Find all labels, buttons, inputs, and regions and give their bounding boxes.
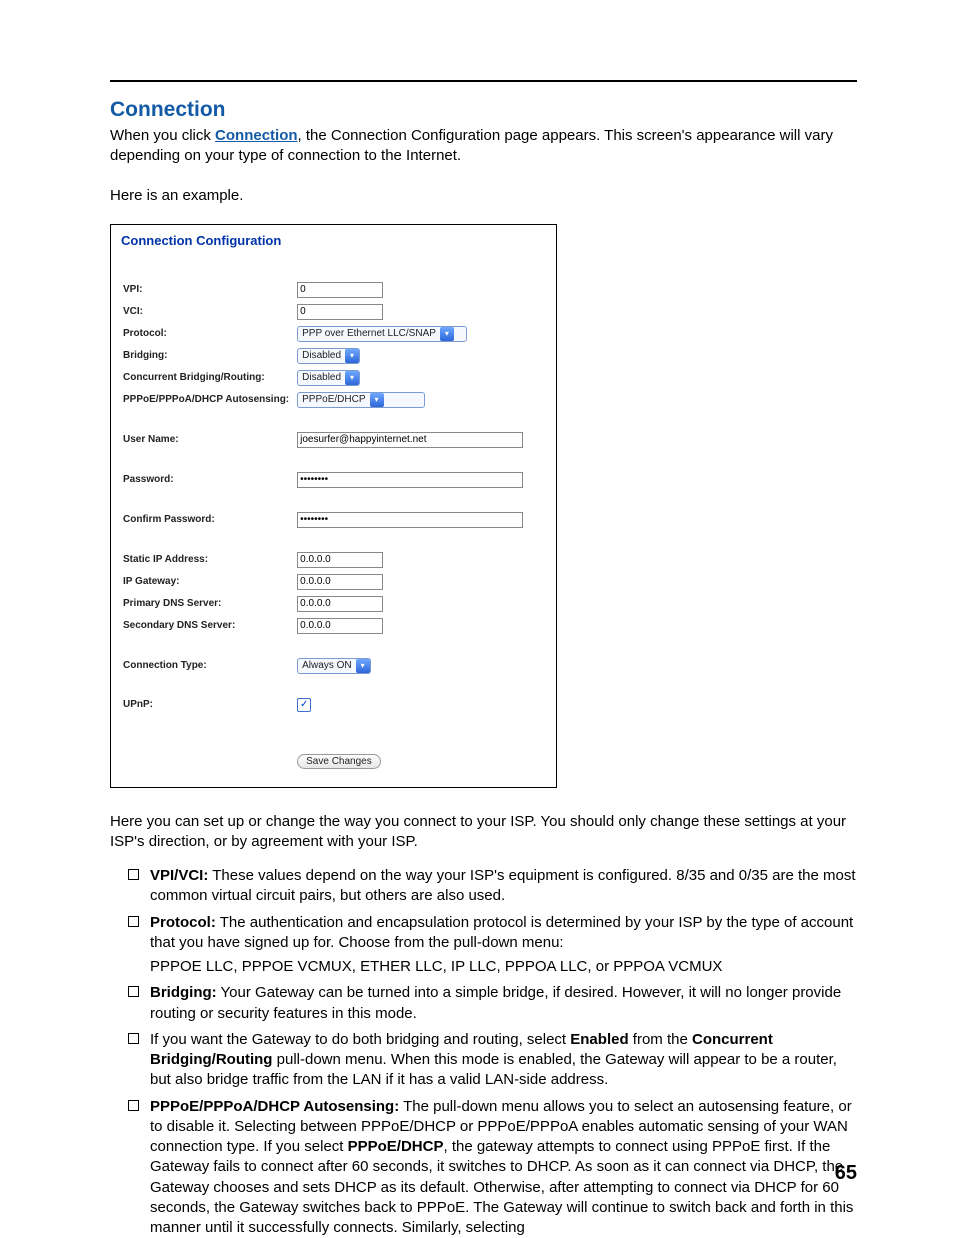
password-input[interactable] [297,472,523,488]
bullet-concurrent-pre: If you want the Gateway to do both bridg… [150,1031,570,1048]
protocol-label: Protocol: [123,324,295,344]
confirm-password-label: Confirm Password: [123,510,295,530]
dropdown-icon: ▾ [440,327,454,341]
bullet-vpi-vci-label: VPI/VCI: [150,867,208,884]
config-form-table: VPI: VCI: Protocol: PPP over Ethernet LL… [121,278,529,773]
upnp-checkbox[interactable]: ✓ [297,698,311,712]
concurrent-select[interactable]: Disabled ▾ [297,370,360,386]
bullet-autosensing-label: PPPoE/PPPoA/DHCP Autosensing: [150,1098,399,1115]
bullet-concurrent-mid: from the [629,1031,692,1048]
intro-text-pre: When you click [110,127,215,144]
bullet-protocol-sub: PPPOE LLC, PPPOE VCMUX, ETHER LLC, IP LL… [150,957,857,977]
connection-link[interactable]: Connection [215,127,298,144]
bridging-select[interactable]: Disabled ▾ [297,348,360,364]
bullet-concurrent-enabled: Enabled [570,1031,628,1048]
bridging-select-value: Disabled [302,350,345,361]
connection-type-select-value: Always ON [302,660,355,671]
vpi-label: VPI: [123,280,295,300]
bullet-protocol: Protocol: The authentication and encapsu… [128,913,857,978]
section-heading: Connection [110,98,857,122]
save-changes-button[interactable]: Save Changes [297,754,381,769]
bridging-label: Bridging: [123,346,295,366]
ip-gateway-input[interactable] [297,574,383,590]
confirm-password-input[interactable] [297,512,523,528]
bullet-protocol-label: Protocol: [150,914,216,931]
password-label: Password: [123,470,295,490]
autosense-select-value: PPPoE/DHCP [302,394,369,405]
dropdown-icon: ▾ [356,659,370,673]
example-label: Here is an example. [110,187,857,204]
bullet-autosensing: PPPoE/PPPoA/DHCP Autosensing: The pull-d… [128,1097,857,1238]
ip-gateway-label: IP Gateway: [123,572,295,592]
bullet-autosensing-bold: PPPoE/DHCP [348,1138,444,1155]
primary-dns-label: Primary DNS Server: [123,594,295,614]
dropdown-icon: ▾ [345,349,359,363]
static-ip-label: Static IP Address: [123,550,295,570]
dropdown-icon: ▾ [370,393,384,407]
page-number: 65 [835,1162,857,1185]
primary-dns-input[interactable] [297,596,383,612]
post-panel-paragraph: Here you can set up or change the way yo… [110,812,857,853]
upnp-label: UPnP: [123,696,295,714]
dropdown-icon: ▾ [345,371,359,385]
bullet-concurrent: If you want the Gateway to do both bridg… [128,1030,857,1091]
secondary-dns-input[interactable] [297,618,383,634]
connection-type-select[interactable]: Always ON ▾ [297,658,370,674]
static-ip-input[interactable] [297,552,383,568]
intro-paragraph: When you click Connection, the Connectio… [110,126,857,167]
vci-input[interactable] [297,304,383,320]
concurrent-label: Concurrent Bridging/Routing: [123,368,295,388]
bullet-bridging-label: Bridging: [150,984,217,1001]
bullet-list: VPI/VCI: These values depend on the way … [110,866,857,1238]
bullet-protocol-text: The authentication and encapsulation pro… [150,914,853,951]
vci-label: VCI: [123,302,295,322]
autosense-select[interactable]: PPPoE/DHCP ▾ [297,392,425,408]
bullet-bridging-text: Your Gateway can be turned into a simple… [150,984,841,1021]
username-input[interactable] [297,432,523,448]
protocol-select-value: PPP over Ethernet LLC/SNAP [302,328,440,339]
panel-title: Connection Configuration [121,233,546,248]
protocol-select[interactable]: PPP over Ethernet LLC/SNAP ▾ [297,326,467,342]
connection-type-label: Connection Type: [123,656,295,676]
bullet-vpi-vci-text: These values depend on the way your ISP'… [150,867,856,904]
bullet-vpi-vci: VPI/VCI: These values depend on the way … [128,866,857,907]
secondary-dns-label: Secondary DNS Server: [123,616,295,636]
concurrent-select-value: Disabled [302,372,345,383]
bullet-bridging: Bridging: Your Gateway can be turned int… [128,983,857,1024]
autosense-label: PPPoE/PPPoA/DHCP Autosensing: [123,390,295,410]
username-label: User Name: [123,430,295,450]
connection-config-panel: Connection Configuration VPI: VCI: Proto… [110,224,557,788]
vpi-input[interactable] [297,282,383,298]
